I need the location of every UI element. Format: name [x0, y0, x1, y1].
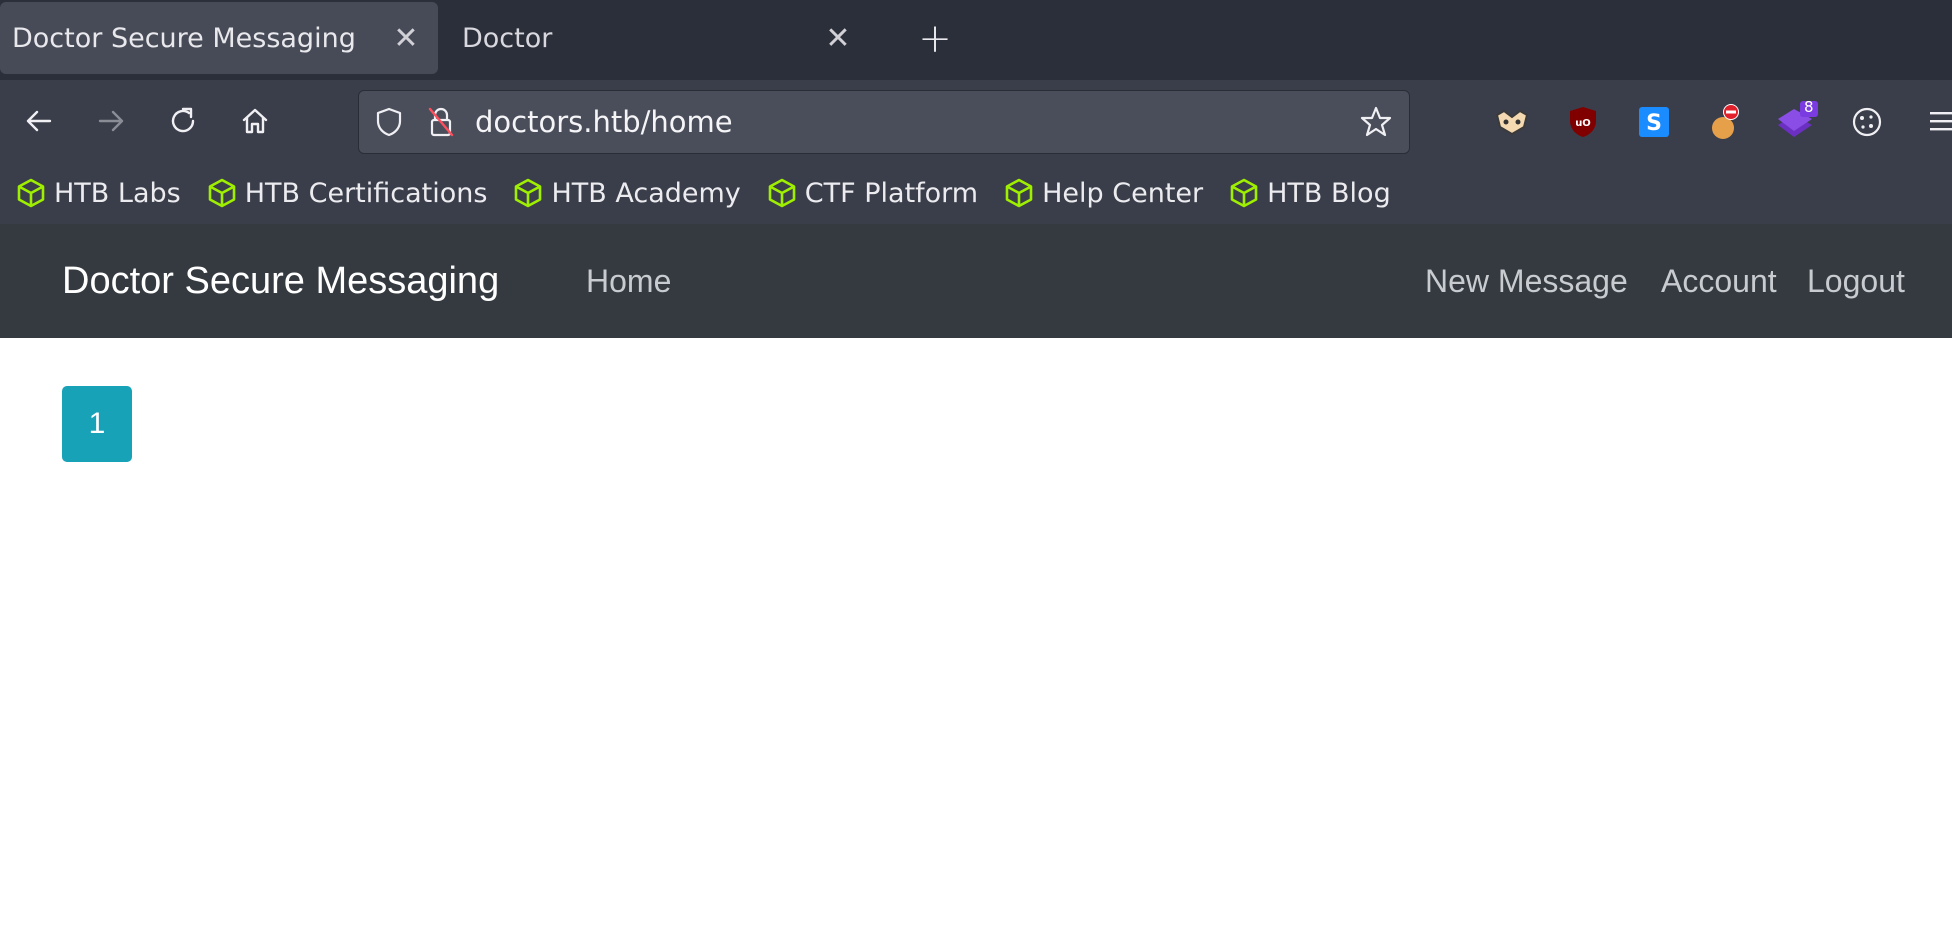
htb-cube-icon: [768, 178, 796, 208]
htb-cube-icon: [515, 178, 542, 208]
ublock-origin-icon[interactable]: uO: [1557, 96, 1609, 148]
bookmark-label: HTB Academy: [551, 177, 741, 209]
new-tab-button[interactable]: +: [910, 14, 960, 64]
tab-title: Doctor Secure Messaging: [12, 22, 356, 54]
bookmark-label: Help Center: [1042, 177, 1204, 209]
nav-account-link[interactable]: Account: [1661, 224, 1777, 338]
forward-button[interactable]: [84, 94, 138, 148]
nav-new-message-link[interactable]: New Message: [1425, 224, 1628, 338]
bookmark-label: HTB Blog: [1267, 177, 1391, 209]
tab-doctor[interactable]: Doctor ✕: [450, 2, 870, 74]
bookmark-htb-blog[interactable]: HTB Blog: [1229, 178, 1391, 209]
cookie-block-extension-icon[interactable]: [1699, 96, 1751, 148]
nav-logout-link[interactable]: Logout: [1807, 224, 1905, 338]
bookmark-htb-labs[interactable]: HTB Labs: [16, 178, 181, 209]
close-tab-icon[interactable]: ✕: [818, 18, 858, 58]
bookmark-label: HTB Certifications: [244, 177, 488, 209]
s-extension-icon[interactable]: S: [1628, 96, 1680, 148]
tab-title: Doctor: [462, 22, 553, 54]
foxyproxy-extension-icon[interactable]: [1486, 96, 1538, 148]
site-navbar: Doctor Secure Messaging Home New Message…: [0, 224, 1952, 338]
svg-text:S: S: [1646, 111, 1662, 136]
url-text[interactable]: doctors.htb/home: [475, 105, 1351, 139]
htb-cube-icon: [17, 178, 45, 208]
home-button[interactable]: [228, 94, 282, 148]
htb-cube-icon: [1005, 178, 1033, 208]
insecure-lock-icon[interactable]: [419, 100, 463, 144]
home-icon: [242, 108, 268, 134]
close-tab-icon[interactable]: ✕: [386, 18, 426, 58]
reload-icon: [171, 107, 195, 133]
svg-text:uO: uO: [1575, 118, 1591, 129]
htb-cube-icon: [208, 178, 236, 208]
htb-cube-icon: [1230, 178, 1258, 208]
extension-badge-count: 8: [1804, 98, 1814, 116]
bookmark-help-center[interactable]: Help Center: [1004, 178, 1203, 209]
bookmark-label: CTF Platform: [804, 177, 979, 209]
hackbar-extension-icon[interactable]: 8: [1770, 96, 1822, 148]
forward-arrow-icon: [98, 110, 124, 132]
pagination-page-button[interactable]: 1: [62, 386, 132, 462]
back-button[interactable]: [12, 94, 66, 148]
reload-button[interactable]: [156, 94, 210, 148]
bookmark-star-icon[interactable]: [1351, 97, 1401, 147]
shield-icon[interactable]: [367, 100, 411, 144]
site-brand-link[interactable]: Doctor Secure Messaging: [62, 224, 499, 338]
tab-doctor-secure-messaging[interactable]: Doctor Secure Messaging ✕: [0, 2, 438, 74]
nav-home-link[interactable]: Home: [586, 224, 671, 338]
bookmarks-toolbar: HTB Labs HTB Certifications HTB Academy …: [0, 162, 1952, 224]
bookmark-htb-academy[interactable]: HTB Academy: [513, 177, 741, 209]
bookmark-ctf-platform[interactable]: CTF Platform: [767, 178, 978, 209]
menu-icon[interactable]: [1926, 108, 1952, 136]
cookie-editor-icon[interactable]: [1841, 96, 1893, 148]
bookmark-label: HTB Labs: [54, 177, 181, 209]
back-arrow-icon: [26, 110, 52, 132]
tab-bar: Doctor Secure Messaging ✕ Doctor ✕ +: [0, 0, 1952, 80]
address-bar[interactable]: doctors.htb/home: [358, 90, 1410, 154]
bookmark-htb-certifications[interactable]: HTB Certifications: [207, 177, 488, 209]
